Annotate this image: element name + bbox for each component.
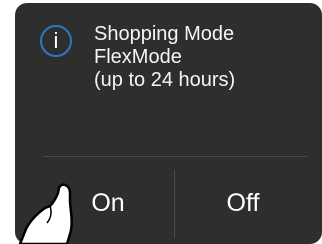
- dialog-message: Shopping Mode FlexMode (up to 24 hours): [94, 23, 235, 92]
- message-line-duration: (up to 24 hours): [94, 69, 236, 91]
- off-button[interactable]: Off: [178, 171, 308, 235]
- on-button[interactable]: On: [43, 171, 173, 235]
- message-line-mode: FlexMode: [94, 46, 182, 68]
- message-line-title: Shopping Mode: [94, 23, 235, 45]
- horizontal-divider: [43, 156, 307, 157]
- info-icon: i: [40, 25, 72, 57]
- dialog-screen: i Shopping Mode FlexMode (up to 24 hours…: [15, 3, 322, 244]
- button-divider: [174, 170, 175, 238]
